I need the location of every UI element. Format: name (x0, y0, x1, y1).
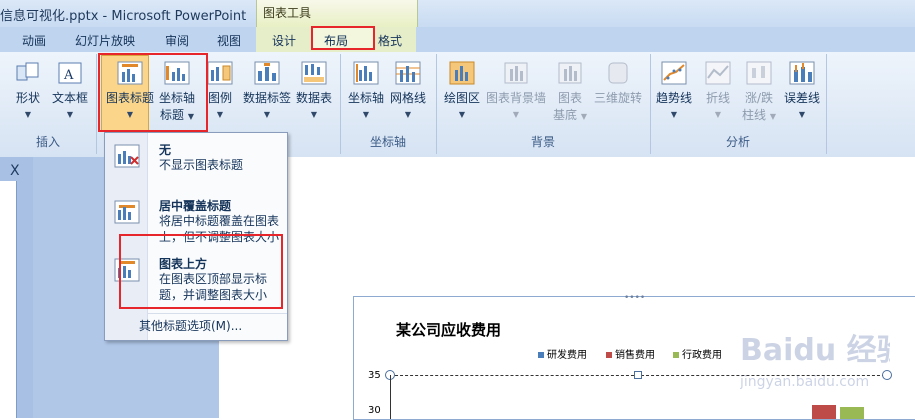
menu-item-none[interactable]: 无 不显示图表标题 (105, 141, 287, 181)
centered-overlay-title-icon (114, 200, 140, 224)
legend-icon (207, 61, 233, 85)
tab-review[interactable]: 审阅 (165, 32, 189, 49)
data-table-icon (301, 61, 327, 85)
lines-button[interactable]: 折线 ▼ (704, 60, 732, 120)
shape-button[interactable]: 形状 ▼ (14, 60, 42, 120)
slides-pane: X (0, 157, 33, 418)
chart-wall-icon (504, 62, 528, 84)
axes-label: 坐标轴 (348, 91, 385, 105)
data-labels-icon (254, 61, 280, 85)
legend-label: 图例 (207, 91, 232, 105)
close-pane-icon[interactable]: X (10, 163, 20, 179)
chart-tools-label: 图表工具 (263, 6, 312, 20)
updown-bars-label-2: 柱线 (742, 108, 767, 122)
legend-item-sales: 销售费用 (606, 346, 655, 361)
annotation-box-ribbon (98, 53, 208, 132)
axes-icon (353, 61, 379, 85)
chart-wall-label: 图表背景墙 (486, 91, 547, 105)
chart-resize-handle[interactable]: •••• (624, 293, 645, 303)
plot-area-label: 绘图区 (444, 91, 481, 105)
svg-text:A: A (63, 68, 74, 83)
menu-more-title-options[interactable]: 其他标题选项(M)... (139, 317, 242, 334)
chart-floor-icon (558, 62, 582, 84)
legend-item-admin: 行政费用 (673, 346, 722, 361)
legend-item-rd: 研发费用 (538, 346, 587, 361)
data-table-label: 数据表 (296, 91, 333, 105)
chart-bar-sales (812, 405, 836, 419)
legend-label-admin: 行政费用 (682, 350, 722, 361)
y-tick-30: 30 (368, 405, 381, 416)
data-labels-button[interactable]: 数据标签 ▼ (243, 60, 291, 120)
tab-format[interactable]: 格式 (378, 32, 402, 49)
window-title: 信息可视化.pptx - Microsoft PowerPoint (0, 9, 247, 24)
lines-label: 折线 (705, 91, 730, 105)
ribbon-tab-row (0, 27, 915, 53)
gridlines-icon (395, 61, 421, 85)
data-labels-label: 数据标签 (243, 91, 292, 105)
plot-area-button[interactable]: 绘图区 ▼ (444, 60, 480, 120)
lines-icon (705, 61, 731, 85)
tab-view[interactable]: 视图 (217, 32, 241, 49)
plot-area-icon (449, 61, 475, 85)
legend-label-rd: 研发费用 (547, 350, 587, 361)
error-bars-button[interactable]: 误差线 ▼ (784, 60, 820, 120)
chart-title[interactable]: 某公司应收费用 (396, 319, 501, 340)
chart-tools-context-tab: 图表工具 (256, 0, 418, 27)
plot-area-left-border (390, 375, 391, 419)
textbox-label: 文本框 (52, 91, 89, 105)
slide-thumbnails[interactable] (0, 181, 17, 418)
legend-label-sales: 销售费用 (615, 350, 655, 361)
updown-bars-button[interactable]: 涨/跌 柱线 ▼ (742, 60, 776, 123)
updown-bars-label-1: 涨/跌 (744, 91, 774, 105)
legend-swatch-sales (606, 352, 612, 358)
trendline-button[interactable]: 趋势线 ▼ (656, 60, 692, 120)
chart-wall-button[interactable]: 图表背景墙 ▼ (486, 60, 546, 120)
trendline-label: 趋势线 (656, 91, 693, 105)
chart-floor-label-2: 基底 (553, 108, 578, 122)
group-insert-label: 插入 (35, 135, 60, 149)
shape-icon (16, 62, 39, 81)
title-bar: 信息可视化.pptx - Microsoft PowerPoint (0, 0, 915, 27)
legend-button[interactable]: 图例 ▼ (206, 60, 234, 120)
group-background-label: 背景 (530, 135, 555, 149)
rotation-3d-label: 三维旋转 (594, 91, 643, 105)
axes-button[interactable]: 坐标轴 ▼ (348, 60, 384, 120)
menu-centered-heading: 居中覆盖标题 (159, 199, 232, 213)
chart-bar-admin (840, 407, 864, 419)
shape-label: 形状 (15, 91, 40, 105)
tab-layout[interactable]: 布局 (324, 32, 348, 49)
rotation-3d-button[interactable]: 三维旋转 (594, 60, 642, 106)
svg-text:jingyan.baidu.com: jingyan.baidu.com (740, 374, 869, 390)
menu-none-heading: 无 (159, 143, 172, 157)
y-tick-35: 35 (368, 370, 381, 381)
legend-swatch-rd (538, 352, 544, 358)
error-bars-label: 误差线 (784, 91, 821, 105)
plot-area-handle-top[interactable] (634, 371, 642, 379)
error-bars-icon (789, 61, 815, 85)
textbox-button[interactable]: A 文本框 ▼ (52, 60, 88, 120)
menu-separator (147, 313, 287, 314)
textbox-icon: A (58, 62, 82, 84)
tab-slideshow[interactable]: 幻灯片放映 (75, 32, 135, 49)
gridlines-label: 网格线 (390, 91, 427, 105)
trendline-icon (661, 61, 687, 85)
tab-animations[interactable]: 动画 (22, 32, 46, 49)
tab-design[interactable]: 设计 (272, 32, 296, 49)
data-table-button[interactable]: 数据表 ▼ (296, 60, 332, 120)
updown-bars-icon (746, 61, 772, 85)
menu-none-desc: 不显示图表标题 (159, 158, 244, 172)
chart-floor-label-1: 图表 (557, 91, 582, 105)
legend-swatch-admin (673, 352, 679, 358)
svg-text:Baidu 经验: Baidu 经验 (740, 333, 890, 368)
group-analysis-label: 分析 (725, 135, 750, 149)
gridlines-button[interactable]: 网格线 ▼ (390, 60, 426, 120)
annotation-box-menu (119, 234, 283, 309)
rotation-3d-icon (608, 62, 628, 84)
no-title-icon (114, 144, 140, 168)
baidu-watermark-logo: Baidu 经验 jingyan.baidu.com (740, 333, 890, 390)
chart-floor-button[interactable]: 图表 基底 ▼ (553, 60, 587, 123)
group-axes-label: 坐标轴 (369, 135, 406, 149)
